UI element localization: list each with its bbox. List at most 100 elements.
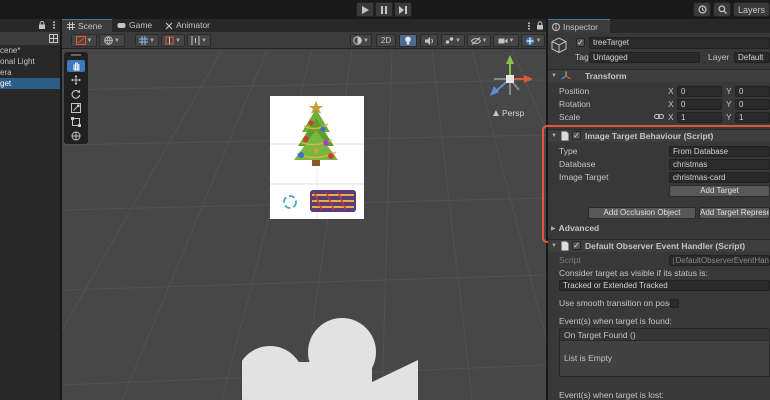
hierarchy-header bbox=[0, 19, 60, 32]
hidden-objects-dropdown[interactable]: ▼ bbox=[467, 34, 491, 47]
audio-toggle[interactable] bbox=[420, 34, 438, 47]
more-options-icon[interactable] bbox=[50, 21, 58, 29]
scale-x-field[interactable]: 1 bbox=[677, 112, 722, 123]
hierarchy-item-label: cene* bbox=[0, 46, 21, 55]
effects-dropdown[interactable]: ▼ bbox=[441, 34, 465, 47]
christmas-card-target[interactable] bbox=[270, 96, 364, 219]
target-found-events-label: Event(s) when target is found: bbox=[559, 316, 672, 326]
scale-tool-button[interactable] bbox=[67, 102, 85, 114]
move-icon bbox=[71, 75, 81, 85]
inspector-tab-bar: Inspector bbox=[548, 19, 770, 33]
rotation-y-field[interactable]: 0 bbox=[735, 99, 770, 110]
shading-icon bbox=[353, 36, 362, 45]
hierarchy-search-bar[interactable] bbox=[0, 32, 60, 45]
hand-tool-button[interactable] bbox=[67, 60, 85, 72]
rotation-x-value: 0 bbox=[681, 100, 686, 109]
gameobject-icon bbox=[551, 37, 567, 53]
position-y-field[interactable]: 0 bbox=[735, 86, 770, 97]
lock-icon[interactable] bbox=[38, 21, 46, 29]
status-value: Tracked or Extended Tracked bbox=[563, 281, 668, 290]
align-dropdown[interactable]: ▼ bbox=[187, 34, 211, 47]
perspective-label[interactable]: Persp bbox=[492, 108, 524, 118]
target-lost-events-label: Event(s) when target is lost: bbox=[559, 390, 664, 400]
layer-dropdown[interactable]: Default bbox=[734, 52, 770, 63]
scale-y-field[interactable]: 1 bbox=[735, 112, 770, 123]
hierarchy-item-scene[interactable]: cene* bbox=[0, 45, 60, 56]
position-x-value: 0 bbox=[681, 87, 686, 96]
active-checkbox[interactable]: ✓ bbox=[576, 38, 585, 47]
tool-palette-grip[interactable] bbox=[71, 54, 81, 56]
scene-viewport[interactable]: Persp bbox=[62, 50, 546, 400]
rotate-tool-button[interactable] bbox=[67, 88, 85, 100]
scene-gizmo[interactable] bbox=[486, 55, 536, 107]
tool-palette bbox=[64, 52, 88, 144]
tab-more-icon[interactable] bbox=[525, 22, 533, 30]
gizmos-dropdown[interactable]: ▼ bbox=[521, 34, 545, 47]
on-target-found-list: List is Empty bbox=[559, 341, 770, 377]
scene-tab-bar: Scene Game Animator bbox=[62, 19, 546, 32]
scene-icon bbox=[49, 34, 58, 43]
smooth-transition-checkbox[interactable] bbox=[670, 299, 679, 308]
tab-lock-icon[interactable] bbox=[536, 21, 544, 30]
2d-toggle[interactable]: 2D bbox=[376, 34, 396, 47]
link-icon[interactable] bbox=[654, 113, 664, 120]
hierarchy-item-tree-target[interactable]: get bbox=[0, 78, 60, 89]
transform-tool-button[interactable] bbox=[67, 130, 85, 142]
position-y-value: 0 bbox=[739, 87, 744, 96]
observer-title: Default Observer Event Handler (Script) bbox=[585, 241, 746, 251]
globe-icon bbox=[104, 36, 113, 45]
pause-button[interactable] bbox=[375, 2, 393, 17]
scale-label: Scale bbox=[559, 112, 581, 122]
increment-snap-dropdown[interactable]: ▼ bbox=[161, 34, 185, 47]
position-label: Position bbox=[559, 86, 590, 96]
scale-x-value: 1 bbox=[681, 113, 686, 122]
global-dropdown[interactable]: ▼ bbox=[99, 34, 125, 47]
position-y-label: Y bbox=[726, 86, 732, 96]
tab-animator[interactable]: Animator bbox=[160, 19, 218, 32]
status-dropdown[interactable]: Tracked or Extended Tracked bbox=[559, 280, 770, 291]
play-button[interactable] bbox=[356, 2, 374, 17]
transform-header[interactable]: ▼ Transform bbox=[548, 69, 770, 82]
rotation-x-field[interactable]: 0 bbox=[677, 99, 722, 110]
tab-label: Animator bbox=[176, 20, 211, 30]
shading-mode-dropdown[interactable]: ▼ bbox=[350, 34, 372, 47]
tag-label: Tag bbox=[575, 52, 589, 62]
on-target-found-label: On Target Found () bbox=[564, 330, 636, 340]
script-label: Script bbox=[559, 255, 581, 265]
info-icon bbox=[552, 22, 560, 31]
lighting-toggle[interactable] bbox=[399, 34, 417, 47]
perspective-icon bbox=[493, 110, 499, 116]
highlight-box bbox=[542, 125, 770, 243]
observer-enabled-checkbox[interactable]: ✓ bbox=[572, 241, 581, 250]
search-button[interactable] bbox=[713, 2, 731, 17]
expand-arrow-icon: ▼ bbox=[551, 73, 557, 79]
history-icon bbox=[697, 5, 707, 14]
step-button[interactable] bbox=[394, 2, 412, 17]
scale-y-label: Y bbox=[726, 112, 732, 122]
tab-inspector[interactable]: Inspector bbox=[548, 19, 610, 33]
layers-dropdown[interactable]: Layers bbox=[733, 2, 770, 17]
camera-settings-dropdown[interactable]: ▼ bbox=[493, 34, 519, 47]
2d-label: 2D bbox=[380, 36, 392, 45]
draw-mode-dropdown[interactable]: ▼ bbox=[71, 34, 97, 47]
tab-game[interactable]: Game bbox=[112, 19, 158, 32]
tag-dropdown[interactable]: Untagged bbox=[589, 52, 700, 63]
move-tool-button[interactable] bbox=[67, 74, 85, 86]
transform-icon bbox=[71, 131, 81, 141]
scene-toolbar: ▼ ▼ ▼ ▼ ▼ ▼ 2D ▼ ▼ ▼ ▼ bbox=[62, 32, 546, 49]
smooth-transition-label: Use smooth transition on pose bbox=[559, 298, 674, 308]
position-x-field[interactable]: 0 bbox=[677, 86, 722, 97]
inspector-panel: Inspector ✓ treeTarget Tag Untagged Laye… bbox=[542, 19, 770, 400]
history-button[interactable] bbox=[693, 2, 711, 17]
grid-icon bbox=[67, 22, 75, 30]
effects-icon bbox=[445, 37, 454, 44]
grid-snap-dropdown[interactable]: ▼ bbox=[135, 34, 159, 47]
observer-handler-header[interactable]: ▼ ✓ Default Observer Event Handler (Scri… bbox=[548, 239, 770, 252]
object-name-field[interactable]: treeTarget bbox=[589, 37, 770, 49]
tab-scene[interactable]: Scene bbox=[62, 19, 112, 32]
hierarchy-item-camera[interactable]: era bbox=[0, 67, 60, 78]
eye-slash-icon bbox=[470, 36, 481, 45]
scale-icon bbox=[71, 103, 81, 113]
hierarchy-item-light[interactable]: onal Light bbox=[0, 56, 60, 67]
rect-tool-button[interactable] bbox=[67, 116, 85, 128]
